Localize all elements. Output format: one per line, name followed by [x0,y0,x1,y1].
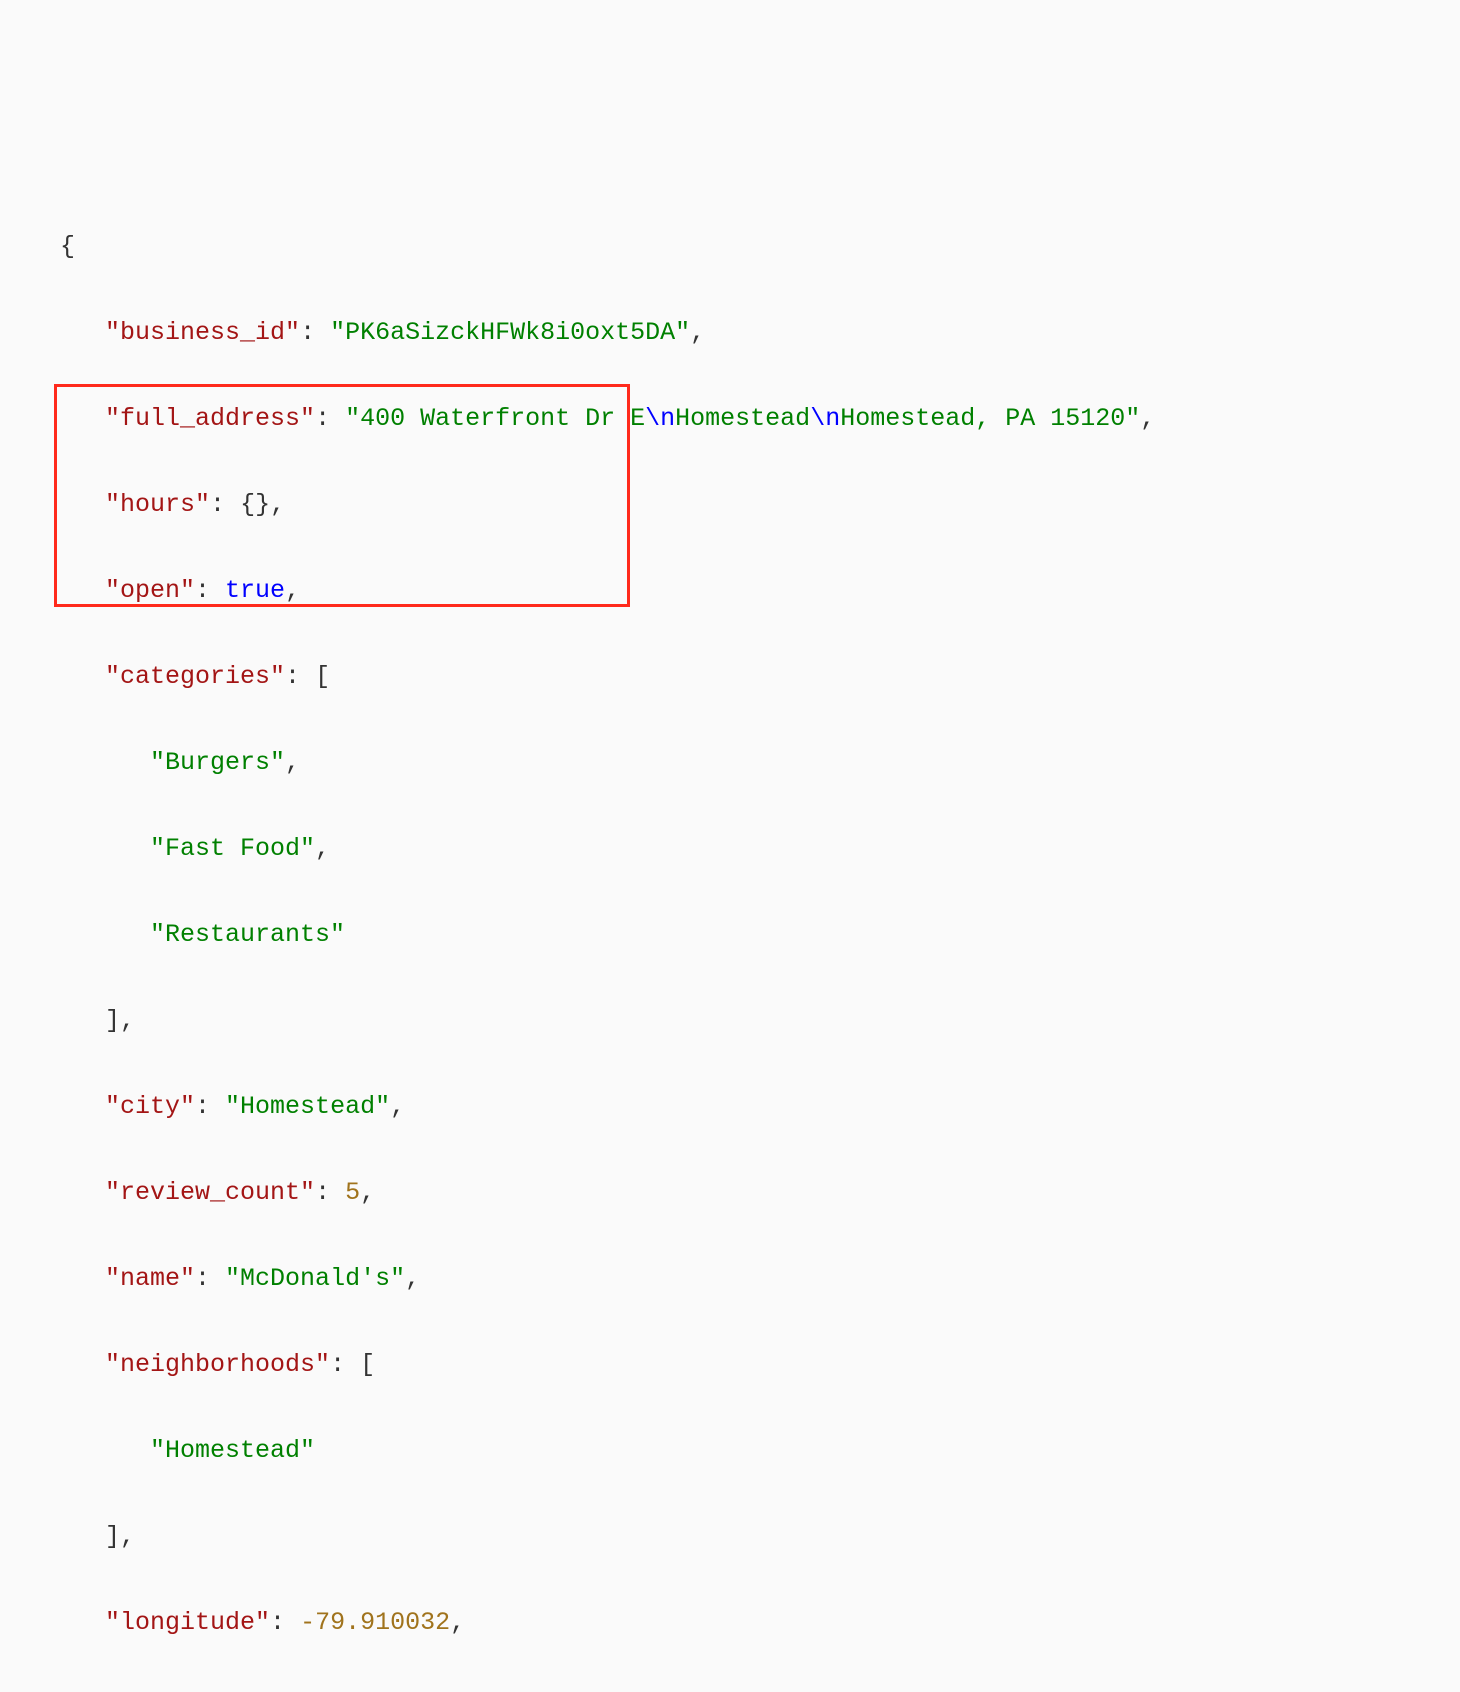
line-city: "city": "Homestead", [60,1085,1460,1128]
val-categories-0: "Burgers" [150,748,285,777]
key-open: "open" [105,576,195,605]
key-categories: "categories" [105,662,285,691]
val-full-address-p3: Homestead, PA 15120" [840,404,1140,433]
val-categories-2: "Restaurants" [150,920,345,949]
line-open-brace: { [60,225,1460,268]
line-name: "name": "McDonald's", [60,1257,1460,1300]
line-categories-2: "Restaurants" [60,913,1460,956]
val-city: "Homestead" [225,1092,390,1121]
key-business-id: "business_id" [105,318,300,347]
key-name: "name" [105,1264,195,1293]
val-longitude: -79.910032 [300,1608,450,1637]
escape-n-1: \n [645,404,675,433]
line-longitude: "longitude": -79.910032, [60,1601,1460,1644]
val-review-count: 5 [345,1178,360,1207]
neighborhoods-open-bracket: [ [360,1350,375,1379]
val-full-address-p1: "400 Waterfront Dr E [345,404,645,433]
open-brace: { [60,232,75,261]
escape-n-2: \n [810,404,840,433]
line-state: "state": "PA", [60,1687,1460,1692]
line-open: "open": true, [60,569,1460,612]
line-review-count: "review_count": 5, [60,1171,1460,1214]
json-code-block: { "business_id": "PK6aSizckHFWk8i0oxt5DA… [0,172,1460,1692]
line-business-id: "business_id": "PK6aSizckHFWk8i0oxt5DA", [60,311,1460,354]
line-hours: "hours": {}, [60,483,1460,526]
val-neighborhoods-0: "Homestead" [150,1436,315,1465]
line-neighborhoods-key: "neighborhoods": [ [60,1343,1460,1386]
line-categories-key: "categories": [ [60,655,1460,698]
line-neighborhoods-0: "Homestead" [60,1429,1460,1472]
line-categories-1: "Fast Food", [60,827,1460,870]
categories-close-bracket: ] [105,1006,120,1035]
val-categories-1: "Fast Food" [150,834,315,863]
key-neighborhoods: "neighborhoods" [105,1350,330,1379]
categories-open-bracket: [ [315,662,330,691]
val-open: true [225,576,285,605]
line-categories-0: "Burgers", [60,741,1460,784]
val-hours: {} [240,490,270,519]
line-categories-close: ], [60,999,1460,1042]
neighborhoods-close-bracket: ] [105,1522,120,1551]
val-name: "McDonald's" [225,1264,405,1293]
key-review-count: "review_count" [105,1178,315,1207]
key-longitude: "longitude" [105,1608,270,1637]
key-city: "city" [105,1092,195,1121]
line-full-address: "full_address": "400 Waterfront Dr E\nHo… [60,397,1460,440]
val-full-address-p2: Homestead [675,404,810,433]
line-neighborhoods-close: ], [60,1515,1460,1558]
key-full-address: "full_address" [105,404,315,433]
key-hours: "hours" [105,490,210,519]
val-business-id: "PK6aSizckHFWk8i0oxt5DA" [330,318,690,347]
